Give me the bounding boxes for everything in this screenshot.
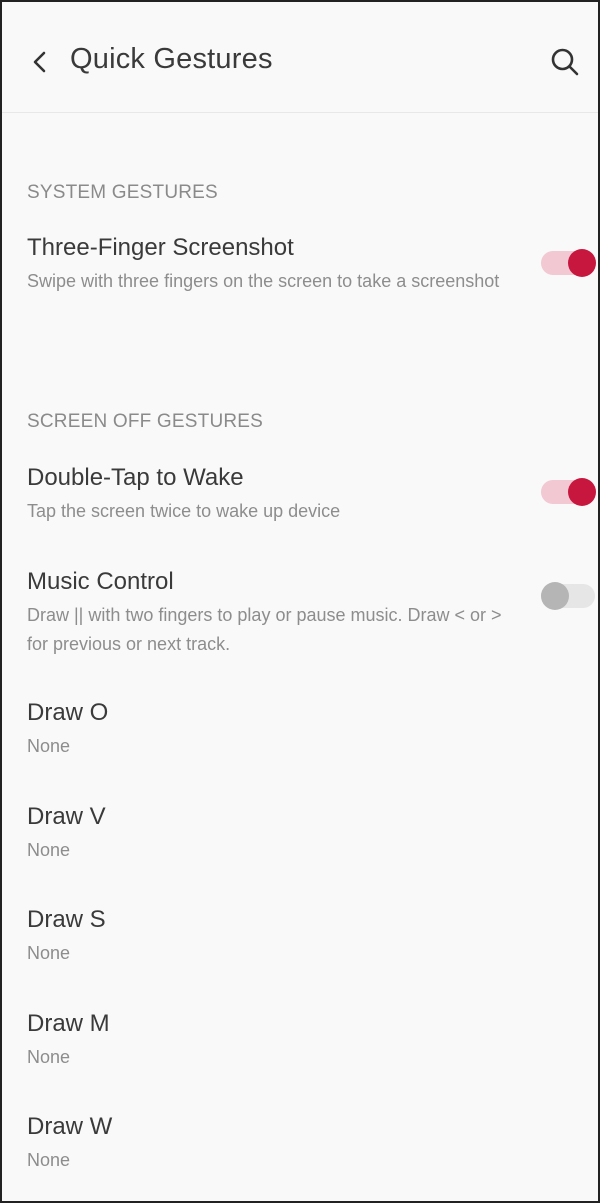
item-title: Draw W	[27, 1113, 113, 1140]
toggle-thumb	[568, 249, 596, 277]
double-tap-to-wake-item[interactable]: Double-Tap to Wake Tap the screen twice …	[2, 464, 598, 534]
item-title: Music Control	[27, 568, 174, 595]
item-title: Draw S	[27, 906, 106, 933]
item-title: Draw O	[27, 699, 109, 726]
toggle-thumb	[568, 478, 596, 506]
double-tap-to-wake-toggle[interactable]	[541, 478, 597, 506]
screen: Quick Gestures SYSTEM GESTURES Three-Fin…	[0, 0, 600, 1203]
section-header-system-gestures: SYSTEM GESTURES	[27, 182, 218, 203]
draw-s-item[interactable]: Draw S None	[2, 906, 598, 976]
item-title: Draw V	[27, 803, 106, 830]
item-value: None	[27, 1047, 71, 1067]
back-button[interactable]	[20, 42, 60, 82]
three-finger-screenshot-item[interactable]: Three-Finger Screenshot Swipe with three…	[2, 234, 598, 334]
draw-w-item[interactable]: Draw W None	[2, 1113, 598, 1183]
three-finger-screenshot-toggle[interactable]	[541, 249, 597, 277]
search-button[interactable]	[543, 42, 587, 82]
item-summary: Tap the screen twice to wake up device	[27, 501, 341, 521]
item-summary: Draw || with two fingers to play or paus…	[27, 605, 502, 654]
draw-m-item[interactable]: Draw M None	[2, 1010, 598, 1080]
toggle-thumb	[541, 582, 569, 610]
app-bar: Quick Gestures	[2, 2, 598, 113]
draw-o-item[interactable]: Draw O None	[2, 699, 598, 769]
music-control-toggle[interactable]	[541, 582, 597, 610]
item-summary: Swipe with three fingers on the screen t…	[27, 271, 500, 291]
draw-v-item[interactable]: Draw V None	[2, 803, 598, 873]
item-value: None	[27, 1150, 71, 1170]
page-title: Quick Gestures	[70, 43, 273, 75]
item-title: Double-Tap to Wake	[27, 464, 244, 491]
search-icon	[551, 48, 579, 76]
chevron-left-icon	[33, 51, 46, 73]
item-value: None	[27, 840, 71, 860]
item-title: Three-Finger Screenshot	[27, 234, 294, 261]
music-control-item[interactable]: Music Control Draw || with two fingers t…	[2, 568, 598, 668]
item-value: None	[27, 736, 71, 756]
item-title: Draw M	[27, 1010, 110, 1037]
section-header-screen-off-gestures: SCREEN OFF GESTURES	[27, 411, 264, 432]
item-value: None	[27, 943, 71, 963]
